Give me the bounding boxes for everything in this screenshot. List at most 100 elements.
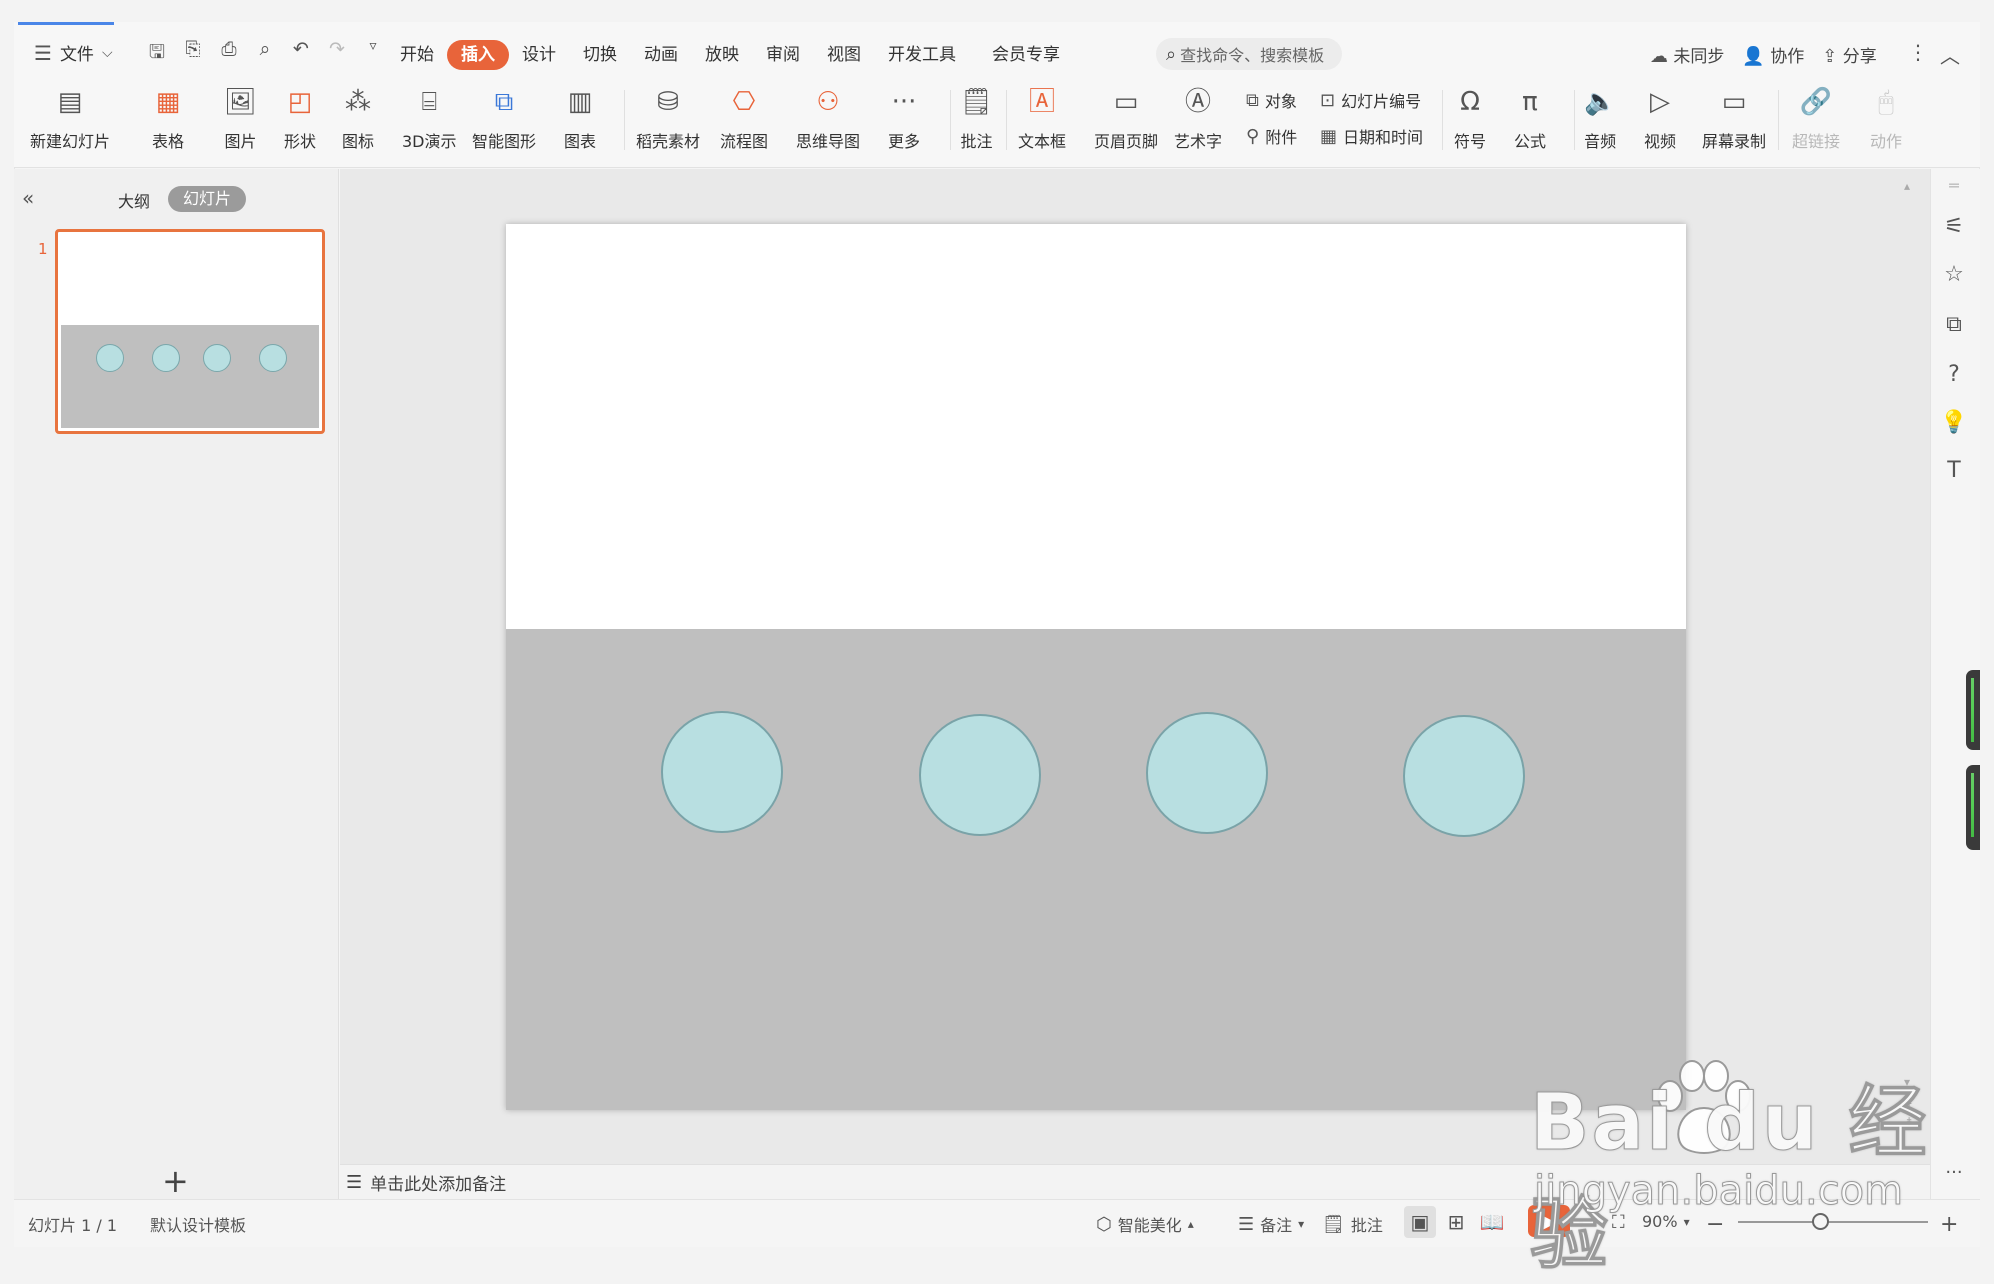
datetime-label: 日期和时间: [1343, 128, 1424, 147]
chevron-up-icon: ▴: [1187, 1217, 1194, 1231]
slide-circle[interactable]: [1403, 715, 1525, 837]
slide-circle[interactable]: [919, 714, 1041, 836]
star-icon[interactable]: ☆: [1937, 262, 1971, 287]
hyperlink-button[interactable]: 🔗 超链接: [1792, 84, 1840, 152]
video-button[interactable]: ▷ 视频: [1644, 84, 1676, 152]
sorter-view-icon[interactable]: ⊞: [1440, 1206, 1472, 1238]
share-button[interactable]: ⇪ 分享: [1822, 42, 1877, 67]
normal-view-icon[interactable]: ▣: [1404, 1206, 1436, 1238]
tab-outline[interactable]: 大纲: [118, 188, 150, 212]
properties-icon[interactable]: ⚟: [1937, 214, 1971, 239]
chart-button[interactable]: ▥ 图表: [564, 84, 596, 152]
print-preview-icon[interactable]: ⌕: [252, 38, 278, 70]
customize-toolbar-icon[interactable]: ▿: [360, 38, 386, 70]
more-button[interactable]: ··· 更多: [888, 84, 920, 152]
action-label: 动作: [1870, 132, 1903, 151]
lightbulb-icon[interactable]: 💡: [1937, 410, 1971, 435]
search-placeholder: 查找命令、搜索模板: [1180, 46, 1325, 65]
scroll-up-icon[interactable]: ▴: [1904, 179, 1910, 193]
smartart-button[interactable]: ⧉ 智能图形: [472, 84, 536, 152]
object-button[interactable]: ⧉ 对象: [1246, 88, 1297, 112]
ribbon-tabs: 开始 插入 设计 切换 动画 放映 审阅 视图 开发工具 会员专享: [400, 40, 1087, 70]
screen-record-icon: ▭: [1721, 87, 1747, 117]
flowchart-button[interactable]: ⎔ 流程图: [720, 84, 768, 152]
format-painter-icon[interactable]: ⎘: [180, 38, 206, 70]
symbol-button[interactable]: Ω 符号: [1454, 84, 1486, 152]
notes-toggle-button[interactable]: ☰ 备注 ▾: [1238, 1212, 1304, 1236]
tab-developer[interactable]: 开发工具: [888, 40, 956, 70]
slide-bottom-rectangle[interactable]: [506, 629, 1686, 1110]
table-icon: ▦: [155, 87, 181, 117]
print-icon[interactable]: ⎙: [216, 38, 242, 70]
docer-label: 稻壳素材: [636, 132, 701, 151]
add-slide-icon[interactable]: +: [162, 1162, 189, 1200]
3d-demo-button[interactable]: ⌸ 3D演示: [402, 84, 457, 152]
undo-icon[interactable]: ↶: [288, 38, 314, 70]
action-button[interactable]: 🖱 动作: [1870, 84, 1902, 152]
search-box[interactable]: ⌕ 查找命令、搜索模板: [1156, 38, 1342, 70]
tab-transition[interactable]: 切换: [583, 40, 617, 70]
comment-button[interactable]: 🗒 批注: [960, 84, 993, 152]
active-doc-indicator: [18, 22, 114, 25]
attachment-button[interactable]: ⚲ 附件: [1246, 124, 1297, 148]
side-handle[interactable]: [1966, 670, 1980, 750]
calendar-icon: ▦: [1320, 125, 1338, 147]
collapse-ribbon-icon[interactable]: ︿: [1940, 40, 1960, 69]
icon-button[interactable]: ⁂ 图标: [342, 84, 374, 152]
header-footer-button[interactable]: ▭ 页眉页脚: [1094, 84, 1158, 152]
template-name[interactable]: 默认设计模板: [150, 1212, 246, 1236]
tab-member[interactable]: 会员专享: [992, 40, 1060, 70]
smart-beautify-button[interactable]: ⬡ 智能美化 ▴: [1096, 1212, 1194, 1236]
slide-thumbnail[interactable]: [55, 229, 325, 434]
docer-button[interactable]: ⛁ 稻壳素材: [636, 84, 700, 152]
smart-beautify-label: 智能美化: [1117, 1216, 1182, 1235]
object-label: 对象: [1264, 92, 1297, 111]
tab-animation[interactable]: 动画: [644, 40, 678, 70]
tab-view[interactable]: 视图: [827, 40, 861, 70]
more-options-icon[interactable]: ⋮: [1908, 40, 1928, 64]
save-icon[interactable]: 🖫: [144, 38, 170, 70]
file-menu[interactable]: ☰ 文件 ⌵: [34, 40, 113, 66]
slide-counter: 幻灯片 1 / 1: [28, 1216, 118, 1235]
text-icon[interactable]: T: [1937, 458, 1971, 483]
slides-icon[interactable]: ⧉: [1937, 312, 1971, 337]
tab-insert[interactable]: 插入: [447, 40, 509, 70]
reading-view-icon[interactable]: 📖: [1476, 1206, 1508, 1238]
comment-label: 批注: [960, 132, 993, 151]
video-icon: ▷: [1650, 87, 1670, 117]
side-handle[interactable]: [1966, 765, 1980, 850]
tab-home[interactable]: 开始: [400, 40, 434, 70]
cloud-icon: ☁: [1650, 46, 1668, 67]
new-slide-button[interactable]: ▤ 新建幻灯片: [30, 84, 110, 152]
datetime-button[interactable]: ▦ 日期和时间: [1320, 124, 1423, 148]
shape-button[interactable]: ◰ 形状: [284, 84, 316, 152]
wordart-button[interactable]: Ⓐ 艺术字: [1174, 84, 1222, 152]
textbox-button[interactable]: 🄰 文本框: [1018, 84, 1066, 152]
attachment-label: 附件: [1265, 128, 1298, 147]
hamburger-icon: ☰: [34, 40, 52, 65]
collab-button[interactable]: 👤 协作: [1742, 42, 1804, 67]
formula-button[interactable]: π 公式: [1514, 84, 1546, 152]
sync-button[interactable]: ☁ 未同步: [1650, 42, 1724, 67]
more-label: 更多: [888, 132, 921, 151]
slide-circle[interactable]: [1146, 712, 1268, 834]
tab-design[interactable]: 设计: [522, 40, 556, 70]
screen-record-button[interactable]: ▭ 屏幕录制: [1702, 84, 1766, 152]
audio-button[interactable]: 🔈 音频: [1584, 84, 1616, 152]
slide[interactable]: [506, 224, 1686, 1110]
tab-review[interactable]: 审阅: [766, 40, 800, 70]
slide-circle[interactable]: [661, 711, 783, 833]
mindmap-button[interactable]: ⚇ 思维导图: [796, 84, 860, 152]
tab-slides[interactable]: 幻灯片: [168, 186, 246, 212]
slide-number-button[interactable]: ⊡ 幻灯片编号: [1320, 88, 1421, 112]
table-button[interactable]: ▦ 表格: [152, 84, 184, 152]
vertical-scrollbar[interactable]: ▴ ▾ ⇞ ⇟: [1904, 175, 1916, 1165]
picture-icon: 🖼: [224, 87, 258, 117]
redo-icon[interactable]: ↷: [324, 38, 350, 70]
comment-toggle-button[interactable]: 🗒 批注: [1322, 1212, 1383, 1236]
help-icon[interactable]: ?: [1937, 362, 1971, 387]
collapse-panel-icon[interactable]: «: [22, 186, 34, 210]
picture-button[interactable]: 🖼 图片: [224, 84, 257, 152]
tab-slideshow[interactable]: 放映: [705, 40, 739, 70]
picture-label: 图片: [224, 132, 257, 151]
